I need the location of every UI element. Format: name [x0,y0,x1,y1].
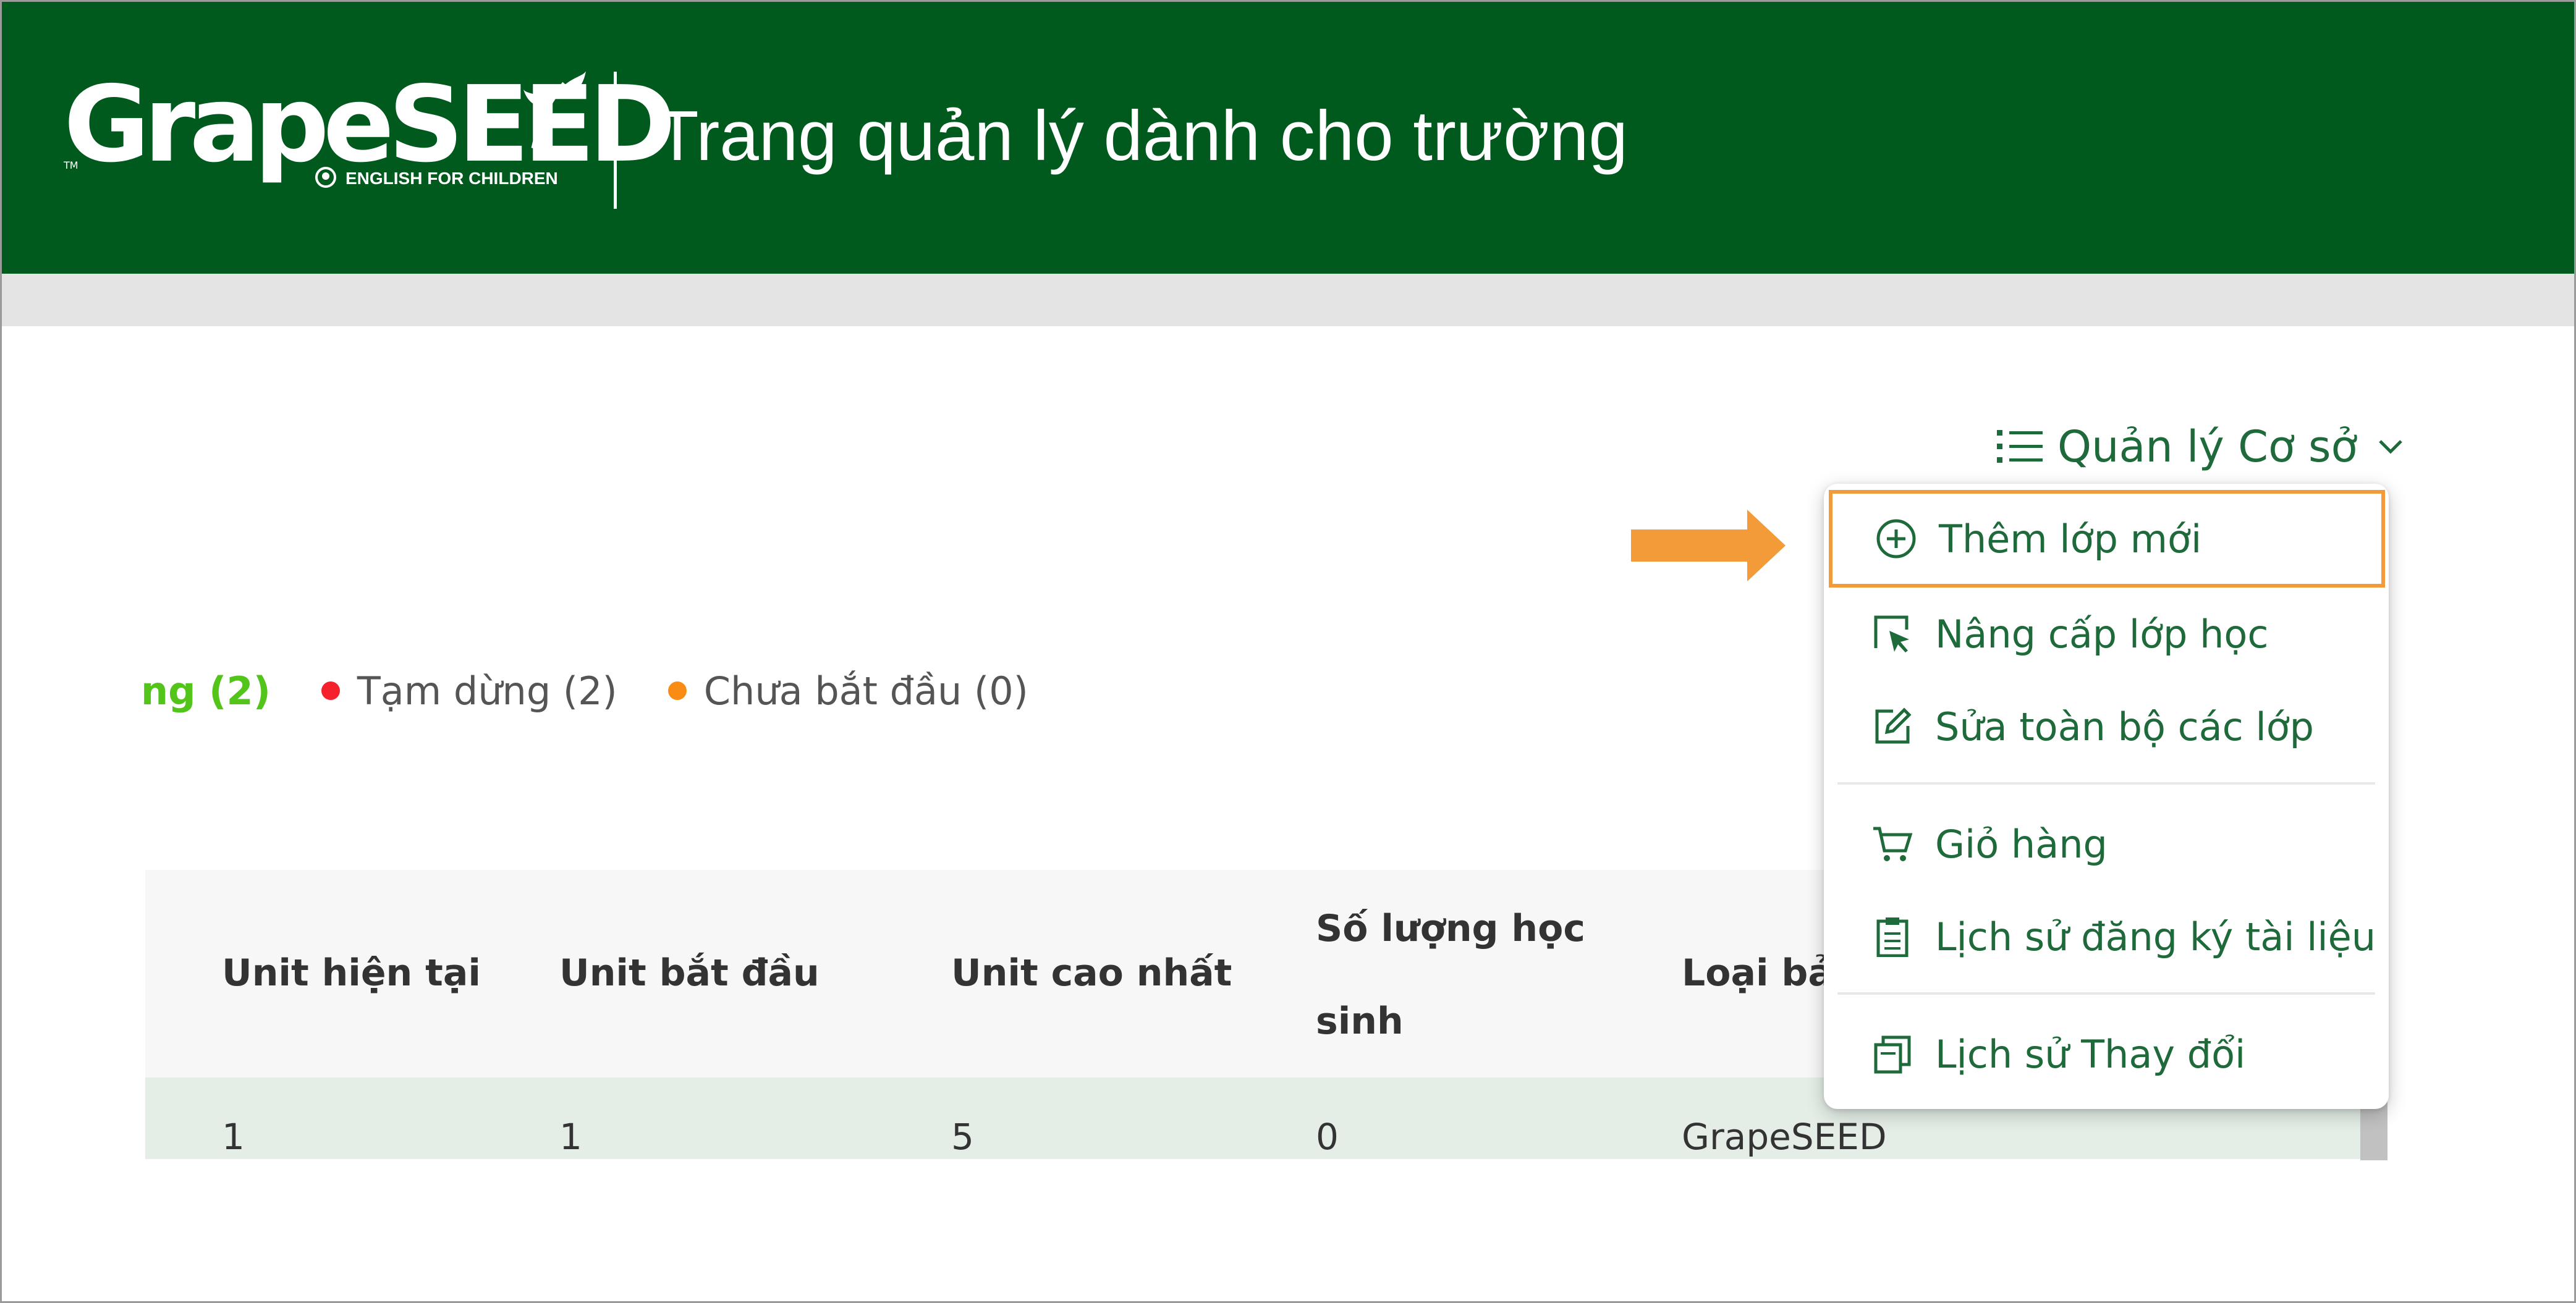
tagline-icon [315,167,336,188]
column-header-current-unit[interactable]: Unit hiện tại [222,951,481,995]
menu-item-material-history[interactable]: Lịch sử đăng ký tài liệu [1824,896,2389,977]
menu-divider [1837,992,2375,995]
cell-start-unit: 1 [559,1116,582,1158]
status-filter-paused[interactable]: Tạm dừng (2) [357,668,617,714]
menu-item-add-class[interactable]: Thêm lớp mới [1829,490,2385,588]
header-divider [614,72,617,209]
status-filter-not-started[interactable]: Chưa bắt đầu (0) [704,668,1028,714]
cell-current-unit: 1 [222,1116,245,1158]
column-header-max-unit[interactable]: Unit cao nhất [951,951,1232,995]
not-started-status-dot [667,681,687,700]
logo-tagline: ENGLISH FOR CHILDREN [345,169,558,188]
manage-campus-menu-button[interactable]: Quản lý Cơ sở [1997,416,2418,478]
menu-item-upgrade-class[interactable]: Nâng cấp lớp học [1824,594,2389,674]
cell-license-type: GrapeSEED [1682,1116,1887,1158]
gray-band [2,274,2574,326]
menu-item-label: Thêm lớp mới [1939,516,2202,562]
cell-max-unit: 5 [951,1116,974,1158]
manage-campus-dropdown: Thêm lớp mới Nâng cấp lớp học Sửa toàn b… [1824,484,2389,1109]
list-icon [1997,430,2043,463]
menu-item-change-history[interactable]: Lịch sử Thay đổi [1824,1014,2389,1094]
manage-menu-label: Quản lý Cơ sở [2057,421,2358,472]
app-header: GrapeSEED TM ENGLISH FOR CHILDREN Trang … [2,2,2574,274]
pointer-arrow-icon [1631,510,1786,581]
plus-circle-icon [1876,519,1916,559]
column-header-license-type[interactable]: Loại bả [1682,951,1833,995]
app-frame: GrapeSEED TM ENGLISH FOR CHILDREN Trang … [0,0,2576,1303]
column-header-student-count[interactable]: Số lượng học [1316,907,1585,950]
grapeseed-logo[interactable]: GrapeSEED TM ENGLISH FOR CHILDREN [64,64,676,200]
menu-item-cart[interactable]: Giỏ hàng [1824,804,2389,884]
menu-item-edit-all-classes[interactable]: Sửa toàn bộ các lớp [1824,686,2389,767]
status-filter-bar: ng (2) Tạm dừng (2) Chưa bắt đầu (0) [141,663,1028,719]
status-filter-active[interactable]: ng (2) [141,668,271,714]
menu-item-label: Giỏ hàng [1935,821,2108,867]
menu-item-label: Lịch sử đăng ký tài liệu [1935,914,2376,959]
menu-divider [1837,782,2375,785]
copy-history-icon [1874,1035,1911,1074]
trademark-mark: TM [64,159,78,171]
menu-item-label: Lịch sử Thay đổi [1935,1031,2246,1077]
select-arrow-icon [1874,615,1909,652]
sprout-icon [523,71,586,149]
menu-item-label: Nâng cấp lớp học [1935,611,2269,657]
cart-icon [1873,827,1913,861]
edit-icon [1875,707,1912,744]
menu-item-label: Sửa toàn bộ các lớp [1935,704,2314,749]
cell-student-count: 0 [1316,1116,1339,1158]
column-header-start-unit[interactable]: Unit bắt đầu [559,951,820,995]
page-title: Trang quản lý dành cho trường [656,97,1628,175]
paused-status-dot [321,681,340,700]
chevron-down-icon [2379,440,2403,454]
clipboard-icon [1876,917,1909,957]
column-header-student-count-line2: sinh [1316,1000,1404,1043]
